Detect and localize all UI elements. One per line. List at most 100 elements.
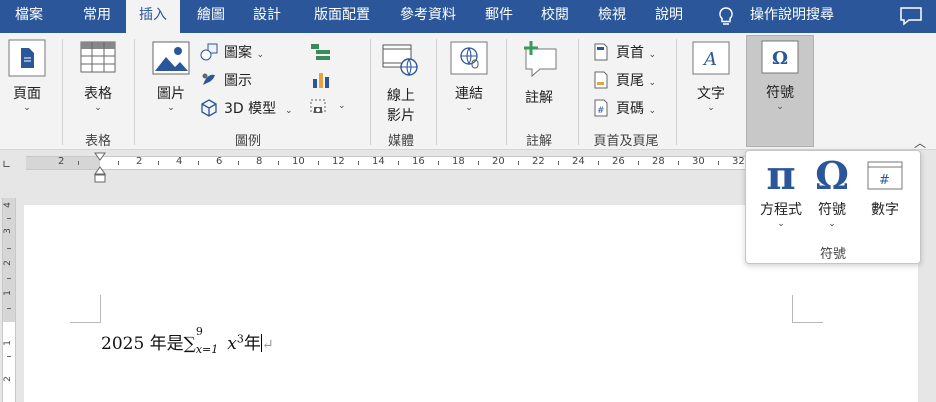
chevron-down-icon: ⌄ [23,103,31,113]
vertical-ruler[interactable]: 4 3 2 1 1 2 [2,198,16,402]
horizontal-ruler[interactable]: 2 2 4 6 8 10 12 14 16 18 20 22 24 26 28 … [26,156,746,170]
ruler-number: 2 [136,156,143,167]
divider [134,39,135,145]
tab-draw[interactable]: 繪圖 [184,0,238,33]
footer-label: 頁尾 [616,73,644,89]
3d-models-label: 3D 模型 [224,101,277,117]
picture-label: 圖片 [157,86,185,102]
math-variable: x [227,334,237,354]
sum-upper-limit: 9 [195,325,203,338]
number-label: 數字 [871,202,899,218]
ruler-tick [7,308,11,309]
online-video-label-line1: 線上 [387,88,415,104]
tab-insert[interactable]: 插入 [126,0,180,33]
svg-text:Ω: Ω [772,48,788,69]
ruler-number: 24 [572,156,585,167]
text-button[interactable]: A 文字 ⌄ [688,37,734,121]
page-icon [8,39,46,77]
shapes-button[interactable]: 圖案 ⌄ [200,41,272,63]
comment-label: 註解 [525,90,553,106]
tab-selector-icon[interactable]: ∟ [2,158,14,171]
ruler-tick [198,161,199,165]
menu-bar: 檔案 常用 插入 繪圖 設計 版面配置 參考資料 郵件 校閱 檢視 說明 操作說… [0,0,936,33]
ruler-tick [438,161,439,165]
indent-marker-icon[interactable] [94,152,106,184]
page-label: 頁面 [13,86,41,102]
link-label: 連結 [455,86,483,102]
collapse-ribbon-icon[interactable]: ︿ [914,134,926,151]
tab-review[interactable]: 校閱 [530,0,580,33]
3d-models-button[interactable]: 3D 模型 ⌄ [200,97,304,119]
tab-references[interactable]: 參考資料 [388,0,468,33]
ruler-tick [358,161,359,165]
page-number-button[interactable]: # 頁碼 ⌄ [592,97,664,119]
tab-help[interactable]: 說明 [642,0,696,33]
symbol-button[interactable]: Ω 符號 ⌄ [808,155,856,239]
footer-button[interactable]: 頁尾 ⌄ [592,69,664,91]
omega-icon: Ω [761,40,799,74]
document-paragraph[interactable]: 2025 年是∑ 9 x=1 x3年↵ [101,325,274,356]
crop-mark [70,322,100,323]
camera-icon [310,99,326,113]
pi-icon: π [766,152,796,199]
ruler-number: 18 [452,156,465,167]
sum-limits: 9 x=1 [196,325,222,356]
ruler-number: 4 [2,202,13,208]
symbols-button[interactable]: Ω 符號 ⌄ [746,35,814,147]
symbols-label: 符號 [766,85,794,101]
link-button[interactable]: 連結 ⌄ [446,37,492,121]
omega-icon: Ω [815,153,849,198]
ruler-number: 32 [732,156,745,167]
table-button[interactable]: 表格 ⌄ [74,37,122,121]
picture-button[interactable]: 圖片 ⌄ [148,37,194,121]
number-button[interactable]: # 數字 [860,155,910,225]
ruler-tick [7,248,11,249]
chevron-down-icon: ⌄ [776,102,784,112]
ruler-number: 12 [332,156,345,167]
link-icon [450,41,488,75]
media-group-label: 媒體 [387,134,414,149]
tab-file[interactable]: 檔案 [0,0,58,33]
page-button[interactable]: 頁面 ⌄ [4,37,50,121]
ruler-tick [718,161,719,165]
ruler-number: 2 [2,260,13,266]
divider [676,39,677,145]
comments-icon[interactable] [898,5,924,27]
symbols-group-label: 符號 [819,247,846,262]
online-video-button[interactable]: 線上 影片 [380,37,422,127]
icons-icon [202,73,215,85]
divider [370,39,371,145]
number-icon: # [867,161,903,190]
exponent: 3 [236,332,244,346]
text-run: 2025 年是 [101,334,184,354]
new-comment-button[interactable]: 註解 [516,37,562,121]
tab-layout[interactable]: 版面配置 [302,0,382,33]
divider [506,39,507,145]
tab-home[interactable]: 常用 [70,0,124,33]
svg-text:A: A [702,49,717,70]
text-box-icon: A [692,41,730,75]
icons-button[interactable]: 圖示 [200,69,272,91]
tab-mailings[interactable]: 郵件 [474,0,524,33]
smartart-icon[interactable] [310,43,332,61]
screenshot-button[interactable]: ⌄ [310,99,350,119]
online-video-label-line2: 影片 [387,108,415,124]
chevron-down-icon: ⌄ [167,103,175,113]
equation-button[interactable]: π 方程式 ⌄ [754,155,808,239]
divider [62,39,63,145]
chart-icon[interactable] [312,71,330,89]
header-icon [594,43,608,61]
chevron-down-icon: ⌄ [707,103,715,113]
ruler-number: 26 [612,156,625,167]
text-label: 文字 [697,86,725,102]
chevron-down-icon: ⌄ [338,101,346,111]
divider [436,39,437,145]
divider [578,39,579,145]
header-button[interactable]: 頁首 ⌄ [592,41,664,63]
tab-view[interactable]: 檢視 [586,0,638,33]
ruler-number: 16 [412,156,425,167]
ruler-tick [678,161,679,165]
help-search-label: 操作說明搜尋 [750,7,834,23]
paragraph-mark-icon: ↵ [261,337,274,353]
tab-design[interactable]: 設計 [240,0,294,33]
